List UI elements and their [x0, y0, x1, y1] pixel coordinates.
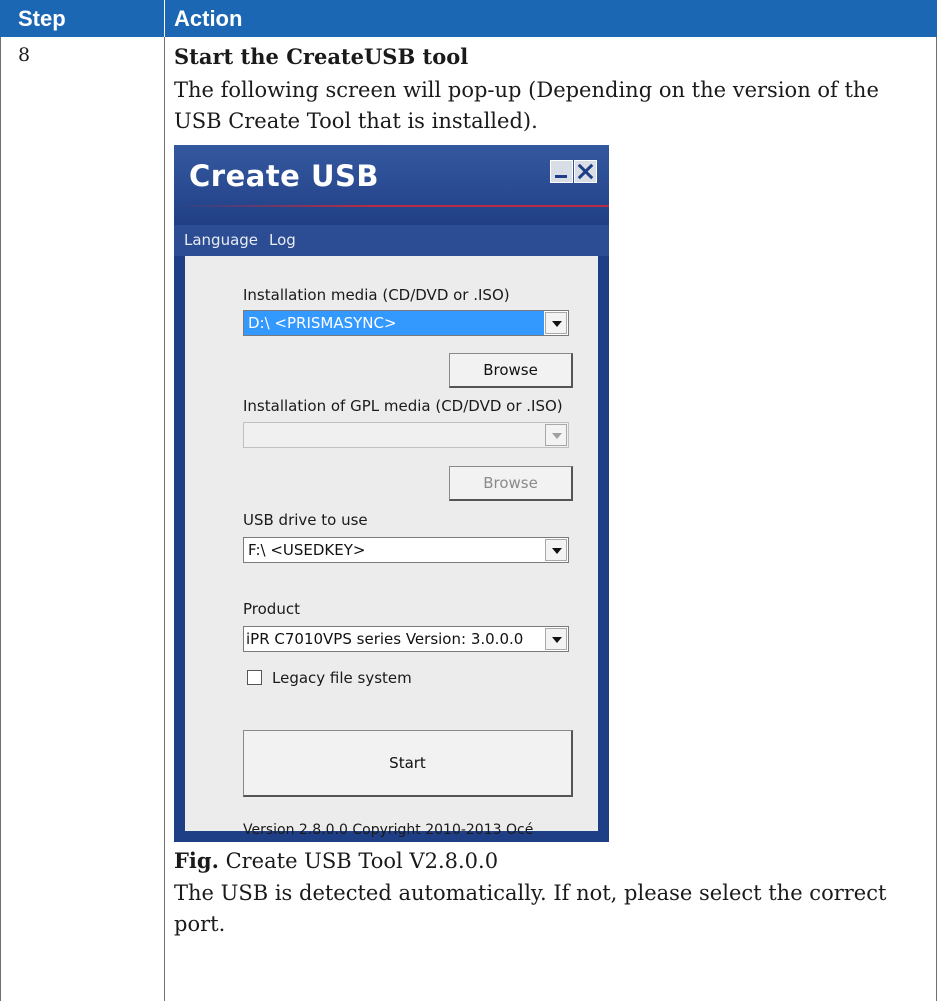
product-value: iPR C7010VPS series Version: 3.0.0.0 [246, 630, 524, 648]
menu-language[interactable]: Language [184, 231, 258, 249]
window-body: Installation media (CD/DVD or .ISO) D:\ … [185, 256, 598, 838]
figure-caption-text: Create USB Tool V2.8.0.0 [225, 849, 499, 873]
chevron-down-icon[interactable] [545, 539, 567, 561]
header-separator [164, 0, 165, 37]
legacy-label: Legacy file system [272, 669, 412, 687]
window-title: Create USB [189, 159, 379, 193]
gpl-media-dropdown[interactable] [243, 422, 569, 448]
install-media-label: Installation media (CD/DVD or .ISO) [243, 286, 510, 304]
usb-drive-value: F:\ <USEDKEY> [248, 541, 366, 559]
version-copyright: Version 2.8.0.0 Copyright 2010-2013 Océ [243, 822, 534, 838]
product-dropdown[interactable]: iPR C7010VPS series Version: 3.0.0.0 [243, 626, 569, 652]
legacy-checkbox[interactable] [247, 670, 262, 685]
chevron-down-icon[interactable] [545, 312, 567, 334]
figure-label: Fig. [174, 848, 219, 873]
table-border-left [0, 37, 1, 1001]
browse-button[interactable]: Browse [449, 353, 573, 388]
install-media-dropdown[interactable]: D:\ <PRISMASYNC> [243, 310, 569, 336]
figure-caption: Fig. Create USB Tool V2.8.0.0 [174, 848, 498, 873]
create-usb-window: Create USB Language Log Installation med… [174, 145, 609, 842]
close-button[interactable] [574, 160, 597, 183]
menu-log[interactable]: Log [269, 231, 296, 249]
step-number: 8 [18, 44, 31, 66]
header-action: Action [174, 6, 243, 31]
table-header-row: Step Action [0, 0, 937, 37]
titlebar-accent-line [174, 205, 609, 207]
window-titlebar: Create USB [174, 145, 609, 225]
header-step: Step [18, 6, 66, 31]
gpl-media-label: Installation of GPL media (CD/DVD or .IS… [243, 397, 563, 415]
action-title: Start the CreateUSB tool [174, 44, 469, 69]
detection-note: The USB is detected automatically. If no… [174, 881, 887, 936]
window-menu-bar: Language Log [174, 225, 609, 256]
usb-drive-dropdown[interactable]: F:\ <USEDKEY> [243, 537, 569, 563]
chevron-down-icon[interactable] [545, 628, 567, 650]
table-border-middle [164, 37, 165, 1001]
start-button[interactable]: Start [243, 730, 573, 797]
install-media-value: D:\ <PRISMASYNC> [244, 311, 544, 335]
chevron-down-icon[interactable] [545, 424, 567, 446]
gpl-media-value [244, 423, 544, 447]
usb-drive-label: USB drive to use [243, 511, 368, 529]
browse-gpl-button[interactable]: Browse [449, 466, 573, 501]
product-label: Product [243, 600, 300, 618]
action-description: The following screen will pop-up (Depend… [174, 78, 879, 133]
minimize-button[interactable] [550, 160, 573, 183]
